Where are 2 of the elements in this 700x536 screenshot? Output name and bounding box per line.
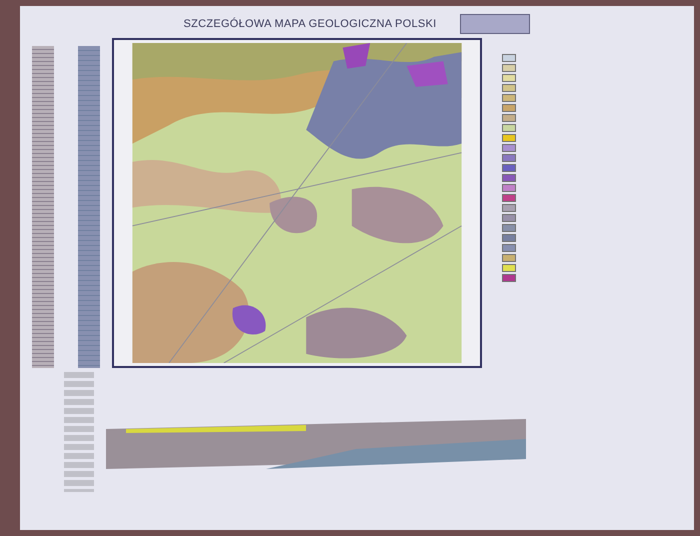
sheet-title: SZCZEGÓŁOWA MAPA GEOLOGICZNA POLSKI <box>184 16 436 32</box>
sheet-index-drawing <box>460 14 530 34</box>
